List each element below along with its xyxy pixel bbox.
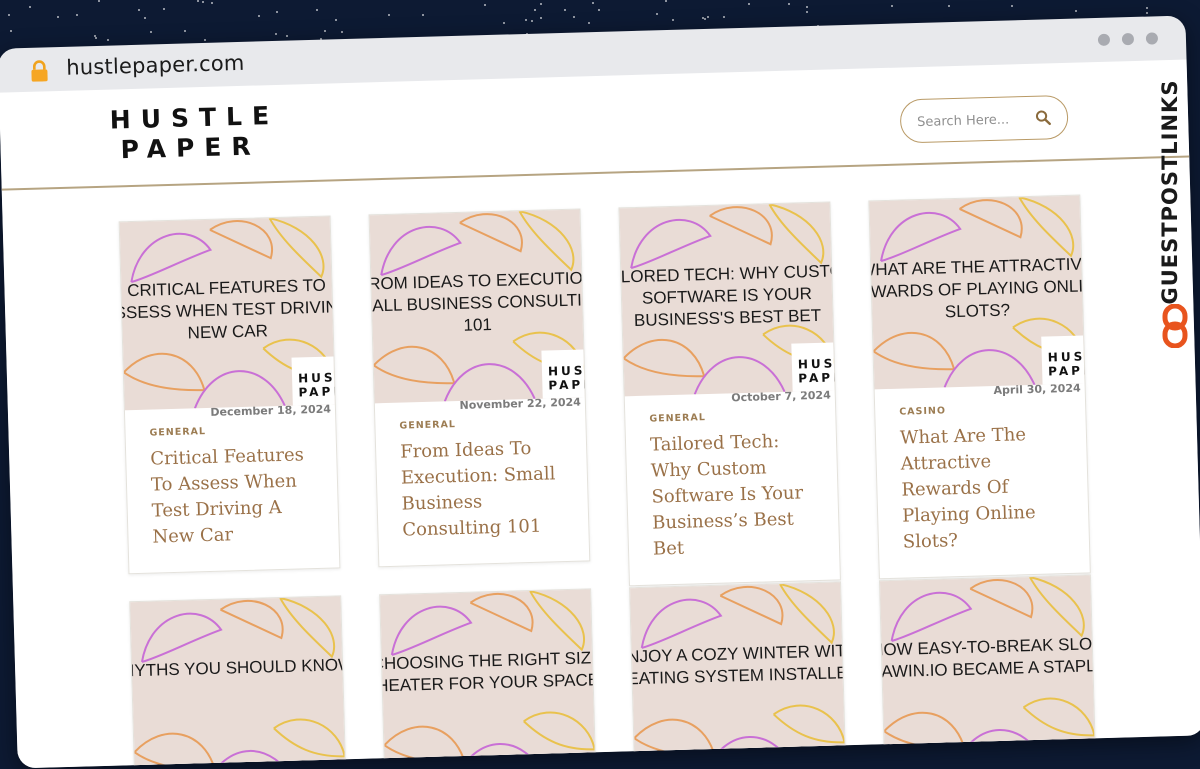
logo-line-1: HUSTLE <box>109 100 280 135</box>
window-dot[interactable] <box>1121 32 1135 46</box>
post-thumbnail[interactable]: WHAT ARE THE ATTRACTIVE REWARDS OF PLAYI… <box>869 195 1085 390</box>
post-thumbnail[interactable]: TAILORED TECH: WHY CUSTOM SOFTWARE IS YO… <box>619 202 835 397</box>
post-thumbnail[interactable]: MYTHS YOU SHOULD KNOW <box>130 596 346 769</box>
floral-pattern <box>133 597 346 769</box>
thumbnail-caption: CHOOSING THE RIGHT SIZE HEATER FOR YOUR … <box>380 648 596 696</box>
guestpostlinks-wordmark: GUESTPOSTLINKS <box>1158 79 1182 305</box>
post-category[interactable]: CASINO <box>899 401 1085 417</box>
search-box <box>899 94 1069 144</box>
thumbnail-caption: FROM IDEAS TO EXECUTION SMALL BUSINESS C… <box>369 268 585 335</box>
hustle-paper-badge: HUSTLE PAPER <box>1041 335 1085 385</box>
post-thumbnail[interactable]: HOW EASY-TO-BREAK SLOT GAWIN.IO BECAME A… <box>879 575 1096 769</box>
post-thumbnail[interactable]: CRITICAL FEATURES TO ASSESS WHEN TEST DR… <box>119 216 335 411</box>
thumbnail-caption: ENJOY A COZY WINTER WITH HEATING SYSTEM … <box>630 640 846 689</box>
post-title-link[interactable]: Critical Features To Assess When Test Dr… <box>150 442 325 551</box>
search-input[interactable] <box>914 106 1038 135</box>
hustle-paper-badge: HUSTLE PAPER <box>791 342 835 392</box>
logo-line-2: PAPER <box>120 131 262 165</box>
post-card[interactable]: MYTHS YOU SHOULD KNOW <box>129 595 347 769</box>
thumbnail-caption: HOW EASY-TO-BREAK SLOT GAWIN.IO BECAME A… <box>879 634 1096 682</box>
chain-link-icon <box>1162 304 1188 348</box>
post-card[interactable]: HOW EASY-TO-BREAK SLOT GAWIN.IO BECAME A… <box>878 574 1097 769</box>
post-title-link[interactable]: What Are The Attractive Rewards Of Playi… <box>900 421 1076 556</box>
guestpostlinks-watermark: GUESTPOSTLINKS <box>1148 60 1200 360</box>
address-bar-url[interactable]: hustlepaper.com <box>66 51 245 80</box>
star-decoration <box>197 0 199 2</box>
star-decoration <box>98 0 100 2</box>
star-decoration <box>202 1 204 3</box>
window-dot[interactable] <box>1145 32 1159 45</box>
window-dot[interactable] <box>1097 33 1111 46</box>
web-page: HUSTLE PAPER CRITICAL FEATURES TO ASSESS… <box>0 59 1200 769</box>
window-controls <box>1097 32 1159 46</box>
post-title-link[interactable]: From Ideas To Execution: Small Business … <box>400 435 575 544</box>
post-card[interactable]: WHAT ARE THE ATTRACTIVE REWARDS OF PLAYI… <box>868 194 1091 580</box>
star-decoration <box>163 8 165 10</box>
site-logo[interactable]: HUSTLE PAPER <box>109 100 280 169</box>
browser-window: hustlepaper.com HUSTLE PAPER Search Here… <box>0 15 1200 769</box>
lock-icon <box>31 60 48 82</box>
thumbnail-caption: TAILORED TECH: WHY CUSTOM SOFTWARE IS YO… <box>619 260 835 331</box>
post-thumbnail[interactable]: CHOOSING THE RIGHT SIZE HEATER FOR YOUR … <box>380 589 596 769</box>
search-icon[interactable] <box>1035 109 1051 126</box>
post-category[interactable]: GENERAL <box>399 415 585 432</box>
post-category[interactable]: GENERAL <box>649 408 835 425</box>
post-card[interactable]: FROM IDEAS TO EXECUTION SMALL BUSINESS C… <box>368 208 591 568</box>
post-thumbnail[interactable]: FROM IDEAS TO EXECUTION SMALL BUSINESS C… <box>369 209 585 404</box>
post-category[interactable]: GENERAL <box>149 422 335 439</box>
post-card[interactable]: CHOOSING THE RIGHT SIZE HEATER FOR YOUR … <box>379 588 597 769</box>
post-card[interactable]: ENJOY A COZY WINTER WITH HEATING SYSTEM … <box>629 581 847 769</box>
post-card[interactable]: CRITICAL FEATURES TO ASSESS WHEN TEST DR… <box>118 215 341 575</box>
post-title-link[interactable]: Tailored Tech: Why Custom Software Is Yo… <box>650 428 826 563</box>
star-decoration <box>138 9 140 11</box>
star-decoration <box>211 2 213 4</box>
post-card[interactable]: TAILORED TECH: WHY CUSTOM SOFTWARE IS YO… <box>618 201 841 587</box>
thumbnail-caption: WHAT ARE THE ATTRACTIVE REWARDS OF PLAYI… <box>869 254 1085 322</box>
hustle-paper-badge: HUSTLE PAPER <box>541 349 585 399</box>
hustle-paper-badge: HUSTLE PAPER <box>291 356 335 406</box>
post-thumbnail[interactable]: ENJOY A COZY WINTER WITH HEATING SYSTEM … <box>630 582 846 769</box>
star-decoration <box>29 6 31 8</box>
thumbnail-caption: CRITICAL FEATURES TO ASSESS WHEN TEST DR… <box>119 275 335 343</box>
